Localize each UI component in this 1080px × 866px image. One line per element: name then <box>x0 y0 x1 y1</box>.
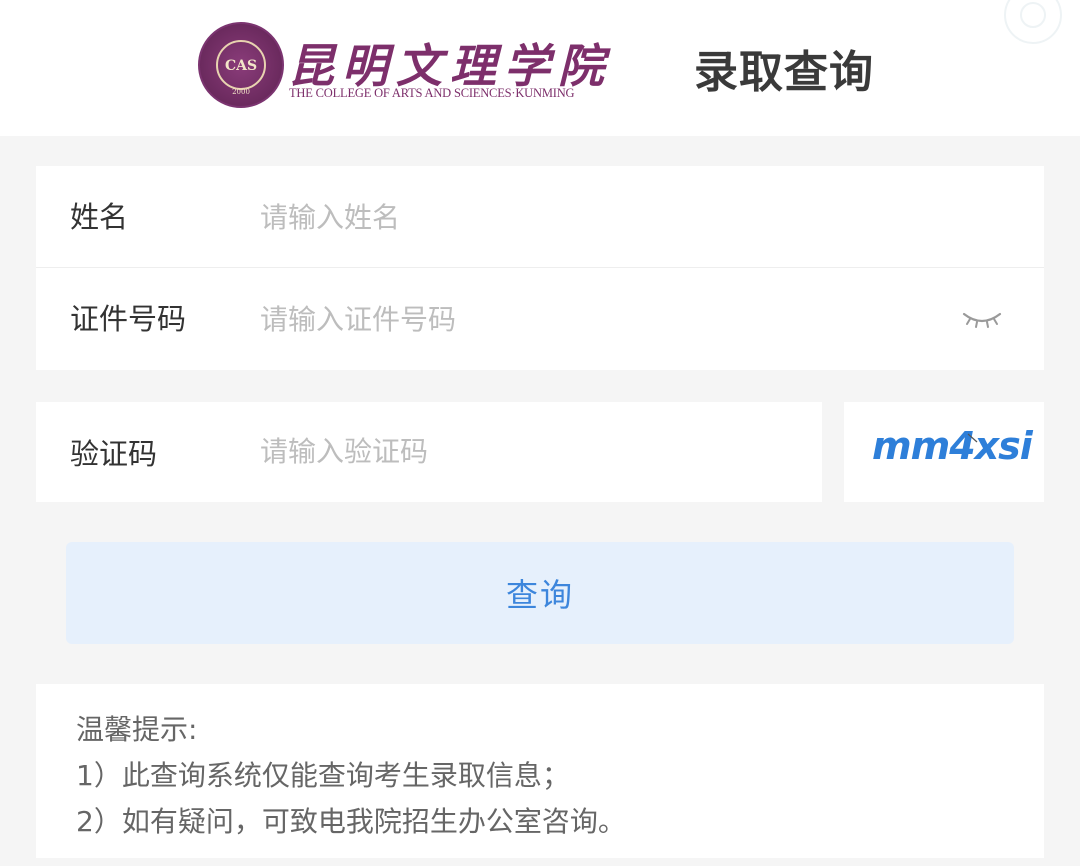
college-name-en: THE COLLEGE OF ARTS AND SCIENCES·KUNMING <box>289 86 575 100</box>
identity-card: 姓名 证件号码 <box>36 166 1044 370</box>
id-number-label: 证件号码 <box>70 302 187 336</box>
header: CAS 2000 昆明文理学院 THE COLLEGE OF ARTS AND … <box>0 0 1080 136</box>
captcha-image[interactable]: mm4xsi <box>844 402 1044 502</box>
circle-inner <box>1020 2 1046 28</box>
captcha-code: mm4xsi <box>872 424 1033 468</box>
captcha-noise-stroke <box>967 433 978 443</box>
notice-line: 2）如有疑问，可致电我院招生办公室咨询。 <box>76 805 626 838</box>
id-number-row: 证件号码 <box>36 268 1044 370</box>
emblem-text: CAS <box>224 58 258 74</box>
name-row: 姓名 <box>36 166 1044 268</box>
page-title: 录取查询 <box>694 47 874 98</box>
captcha-card: 验证码 <box>36 402 822 502</box>
notice-title: 温馨提示: <box>76 713 198 746</box>
name-label: 姓名 <box>70 200 129 234</box>
captcha-label: 验证码 <box>70 437 158 471</box>
notice-panel: 温馨提示: 1）此查询系统仅能查询考生录取信息； 2）如有疑问，可致电我院招生办… <box>36 684 1044 858</box>
name-input[interactable] <box>260 186 960 248</box>
eye-closed-icon[interactable] <box>960 304 1004 334</box>
emblem-year: 2000 <box>232 88 250 96</box>
college-emblem-icon: CAS 2000 <box>198 22 284 108</box>
query-button[interactable]: 查询 <box>66 542 1014 644</box>
notice-line: 1）此查询系统仅能查询考生录取信息； <box>76 759 570 792</box>
id-number-input[interactable] <box>260 288 940 350</box>
circle-icon[interactable] <box>1004 0 1062 44</box>
captcha-input[interactable] <box>260 420 780 482</box>
